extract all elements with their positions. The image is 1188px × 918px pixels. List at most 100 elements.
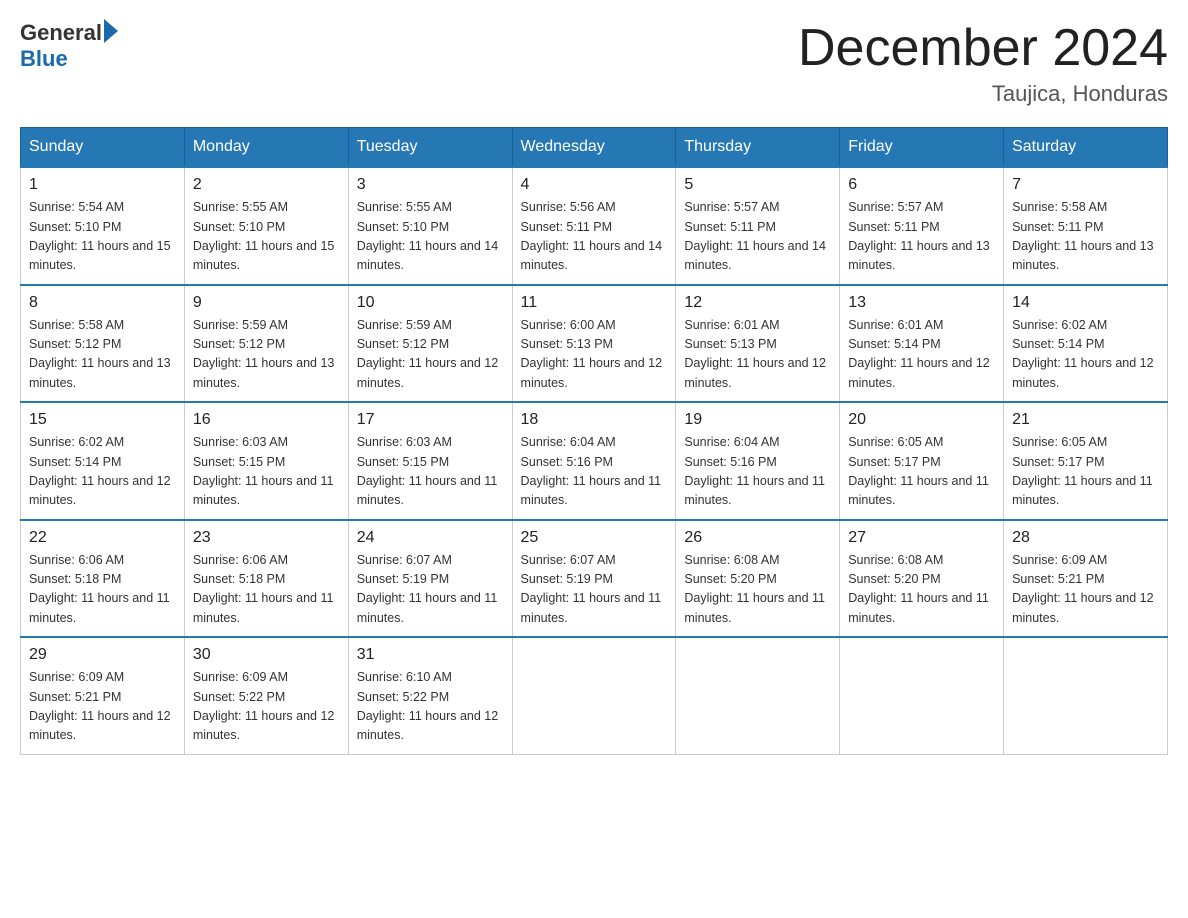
day-number: 17 [357, 411, 504, 429]
calendar-cell: 16 Sunrise: 6:03 AMSunset: 5:15 PMDaylig… [184, 402, 348, 520]
calendar-cell: 10 Sunrise: 5:59 AMSunset: 5:12 PMDaylig… [348, 285, 512, 403]
week-row-5: 29 Sunrise: 6:09 AMSunset: 5:21 PMDaylig… [21, 637, 1168, 754]
weekday-header-monday: Monday [184, 128, 348, 168]
day-number: 24 [357, 529, 504, 547]
day-info: Sunrise: 6:00 AMSunset: 5:13 PMDaylight:… [521, 318, 663, 390]
day-info: Sunrise: 6:03 AMSunset: 5:15 PMDaylight:… [357, 435, 498, 507]
calendar-cell: 31 Sunrise: 6:10 AMSunset: 5:22 PMDaylig… [348, 637, 512, 754]
day-number: 19 [684, 411, 831, 429]
day-info: Sunrise: 5:59 AMSunset: 5:12 PMDaylight:… [193, 318, 335, 390]
month-title: December 2024 [798, 20, 1168, 77]
calendar-cell: 20 Sunrise: 6:05 AMSunset: 5:17 PMDaylig… [840, 402, 1004, 520]
day-number: 9 [193, 294, 340, 312]
calendar-cell: 30 Sunrise: 6:09 AMSunset: 5:22 PMDaylig… [184, 637, 348, 754]
calendar-cell: 4 Sunrise: 5:56 AMSunset: 5:11 PMDayligh… [512, 167, 676, 285]
day-info: Sunrise: 6:04 AMSunset: 5:16 PMDaylight:… [684, 435, 825, 507]
day-number: 30 [193, 646, 340, 664]
day-number: 11 [521, 294, 668, 312]
day-number: 28 [1012, 529, 1159, 547]
calendar-cell: 23 Sunrise: 6:06 AMSunset: 5:18 PMDaylig… [184, 520, 348, 638]
calendar-cell: 27 Sunrise: 6:08 AMSunset: 5:20 PMDaylig… [840, 520, 1004, 638]
location-title: Taujica, Honduras [798, 81, 1168, 107]
calendar-cell: 8 Sunrise: 5:58 AMSunset: 5:12 PMDayligh… [21, 285, 185, 403]
day-number: 29 [29, 646, 176, 664]
day-number: 3 [357, 176, 504, 194]
calendar-cell: 11 Sunrise: 6:00 AMSunset: 5:13 PMDaylig… [512, 285, 676, 403]
day-number: 2 [193, 176, 340, 194]
day-info: Sunrise: 6:09 AMSunset: 5:22 PMDaylight:… [193, 670, 335, 742]
day-number: 31 [357, 646, 504, 664]
weekday-header-tuesday: Tuesday [348, 128, 512, 168]
day-info: Sunrise: 5:59 AMSunset: 5:12 PMDaylight:… [357, 318, 499, 390]
day-number: 8 [29, 294, 176, 312]
calendar-cell: 28 Sunrise: 6:09 AMSunset: 5:21 PMDaylig… [1004, 520, 1168, 638]
calendar-cell: 25 Sunrise: 6:07 AMSunset: 5:19 PMDaylig… [512, 520, 676, 638]
day-info: Sunrise: 5:58 AMSunset: 5:11 PMDaylight:… [1012, 200, 1154, 272]
day-number: 14 [1012, 294, 1159, 312]
day-info: Sunrise: 5:56 AMSunset: 5:11 PMDaylight:… [521, 200, 663, 272]
week-row-1: 1 Sunrise: 5:54 AMSunset: 5:10 PMDayligh… [21, 167, 1168, 285]
week-row-3: 15 Sunrise: 6:02 AMSunset: 5:14 PMDaylig… [21, 402, 1168, 520]
calendar-cell: 24 Sunrise: 6:07 AMSunset: 5:19 PMDaylig… [348, 520, 512, 638]
day-number: 16 [193, 411, 340, 429]
day-number: 18 [521, 411, 668, 429]
day-number: 27 [848, 529, 995, 547]
day-info: Sunrise: 6:06 AMSunset: 5:18 PMDaylight:… [29, 553, 170, 625]
calendar-cell [676, 637, 840, 754]
day-number: 4 [521, 176, 668, 194]
weekday-header-sunday: Sunday [21, 128, 185, 168]
day-info: Sunrise: 6:09 AMSunset: 5:21 PMDaylight:… [29, 670, 171, 742]
day-info: Sunrise: 6:01 AMSunset: 5:14 PMDaylight:… [848, 318, 990, 390]
day-info: Sunrise: 6:07 AMSunset: 5:19 PMDaylight:… [357, 553, 498, 625]
page-header: General Blue December 2024 Taujica, Hond… [20, 20, 1168, 107]
calendar-cell: 26 Sunrise: 6:08 AMSunset: 5:20 PMDaylig… [676, 520, 840, 638]
calendar-table: SundayMondayTuesdayWednesdayThursdayFrid… [20, 127, 1168, 755]
day-info: Sunrise: 6:04 AMSunset: 5:16 PMDaylight:… [521, 435, 662, 507]
day-info: Sunrise: 6:06 AMSunset: 5:18 PMDaylight:… [193, 553, 334, 625]
week-row-4: 22 Sunrise: 6:06 AMSunset: 5:18 PMDaylig… [21, 520, 1168, 638]
day-info: Sunrise: 6:09 AMSunset: 5:21 PMDaylight:… [1012, 553, 1154, 625]
day-number: 20 [848, 411, 995, 429]
calendar-cell: 18 Sunrise: 6:04 AMSunset: 5:16 PMDaylig… [512, 402, 676, 520]
day-number: 23 [193, 529, 340, 547]
day-number: 26 [684, 529, 831, 547]
day-info: Sunrise: 5:57 AMSunset: 5:11 PMDaylight:… [684, 200, 826, 272]
day-info: Sunrise: 6:03 AMSunset: 5:15 PMDaylight:… [193, 435, 334, 507]
calendar-cell: 9 Sunrise: 5:59 AMSunset: 5:12 PMDayligh… [184, 285, 348, 403]
day-info: Sunrise: 6:02 AMSunset: 5:14 PMDaylight:… [29, 435, 171, 507]
calendar-cell: 21 Sunrise: 6:05 AMSunset: 5:17 PMDaylig… [1004, 402, 1168, 520]
calendar-cell [840, 637, 1004, 754]
day-number: 21 [1012, 411, 1159, 429]
weekday-header-row: SundayMondayTuesdayWednesdayThursdayFrid… [21, 128, 1168, 168]
day-info: Sunrise: 5:54 AMSunset: 5:10 PMDaylight:… [29, 200, 171, 272]
calendar-cell: 17 Sunrise: 6:03 AMSunset: 5:15 PMDaylig… [348, 402, 512, 520]
weekday-header-friday: Friday [840, 128, 1004, 168]
day-info: Sunrise: 6:10 AMSunset: 5:22 PMDaylight:… [357, 670, 499, 742]
day-info: Sunrise: 5:57 AMSunset: 5:11 PMDaylight:… [848, 200, 990, 272]
calendar-cell [1004, 637, 1168, 754]
calendar-cell: 12 Sunrise: 6:01 AMSunset: 5:13 PMDaylig… [676, 285, 840, 403]
weekday-header-wednesday: Wednesday [512, 128, 676, 168]
calendar-cell: 6 Sunrise: 5:57 AMSunset: 5:11 PMDayligh… [840, 167, 1004, 285]
day-number: 15 [29, 411, 176, 429]
day-number: 7 [1012, 176, 1159, 194]
day-info: Sunrise: 6:05 AMSunset: 5:17 PMDaylight:… [848, 435, 989, 507]
weekday-header-saturday: Saturday [1004, 128, 1168, 168]
day-info: Sunrise: 5:58 AMSunset: 5:12 PMDaylight:… [29, 318, 171, 390]
day-info: Sunrise: 6:08 AMSunset: 5:20 PMDaylight:… [848, 553, 989, 625]
day-info: Sunrise: 5:55 AMSunset: 5:10 PMDaylight:… [193, 200, 335, 272]
calendar-cell: 19 Sunrise: 6:04 AMSunset: 5:16 PMDaylig… [676, 402, 840, 520]
logo-arrow-icon [104, 19, 118, 43]
day-info: Sunrise: 6:08 AMSunset: 5:20 PMDaylight:… [684, 553, 825, 625]
calendar-cell: 13 Sunrise: 6:01 AMSunset: 5:14 PMDaylig… [840, 285, 1004, 403]
logo-general-text: General [20, 20, 102, 46]
calendar-cell: 1 Sunrise: 5:54 AMSunset: 5:10 PMDayligh… [21, 167, 185, 285]
calendar-cell: 22 Sunrise: 6:06 AMSunset: 5:18 PMDaylig… [21, 520, 185, 638]
day-number: 5 [684, 176, 831, 194]
calendar-cell: 29 Sunrise: 6:09 AMSunset: 5:21 PMDaylig… [21, 637, 185, 754]
week-row-2: 8 Sunrise: 5:58 AMSunset: 5:12 PMDayligh… [21, 285, 1168, 403]
day-number: 25 [521, 529, 668, 547]
day-info: Sunrise: 6:01 AMSunset: 5:13 PMDaylight:… [684, 318, 826, 390]
day-info: Sunrise: 5:55 AMSunset: 5:10 PMDaylight:… [357, 200, 499, 272]
day-number: 1 [29, 176, 176, 194]
